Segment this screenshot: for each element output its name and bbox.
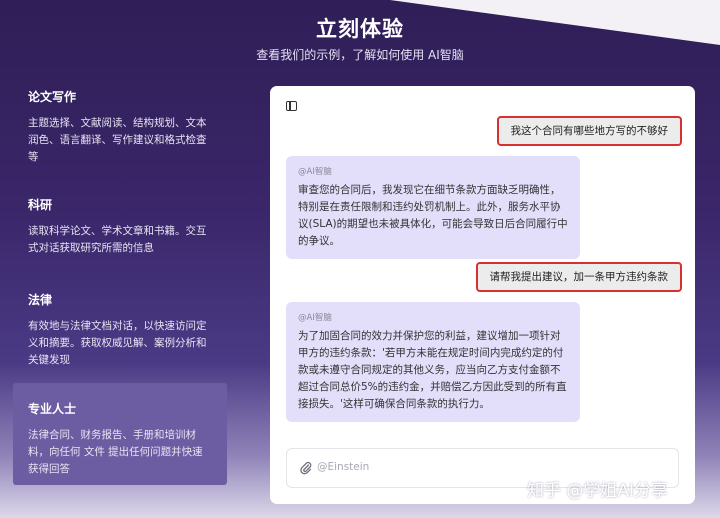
feature-thesis-writing[interactable]: 论文写作 主题选择、文献阅读、结构规划、文本润色、语言翻译、写作建议和格式检查等 <box>28 88 213 166</box>
feature-title: 法律 <box>28 293 53 307</box>
feature-description: 主题选择、文献阅读、结构规划、文本润色、语言翻译、写作建议和格式检查等 <box>28 117 207 163</box>
feature-description: 有效地与法律文档对话，以快速访问定义和摘要。获取权威见解、案例分析和关键发现 <box>28 320 207 366</box>
feature-description: 法律合同、财务报告、手册和培训材料，向任何 文件 提出任何问题并快速获得回答 <box>28 429 203 475</box>
feature-law[interactable]: 法律 有效地与法律文档对话，以快速访问定义和摘要。获取权威见解、案例分析和关键发… <box>28 291 213 369</box>
chat-input-placeholder: @Einstein <box>317 461 370 473</box>
page-subtitle: 查看我们的示例，了解如何使用 AI智脑 <box>256 48 464 62</box>
feature-research[interactable]: 科研 读取科学论文、学术文章和书籍。交互式对话获取研究所需的信息 <box>28 196 213 257</box>
feature-title: 论文写作 <box>28 90 77 104</box>
user-message: 请帮我提出建议，加一条甲方违约条款 <box>475 262 682 292</box>
ai-message-text: 为了加固合同的效力并保护您的利益，建议增加一项针对甲方的违约条款：'若甲方未能在… <box>298 330 567 410</box>
ai-message: @AI智脑 为了加固合同的效力并保护您的利益，建议增加一项针对甲方的违约条款：'… <box>286 302 580 422</box>
ai-tag: @AI智脑 <box>298 313 332 323</box>
feature-professionals[interactable]: 专业人士 法律合同、财务报告、手册和培训材料，向任何 文件 提出任何问题并快速获… <box>13 383 227 485</box>
ai-tag: @AI智脑 <box>298 167 332 177</box>
sidebar-toggle-icon[interactable] <box>286 101 297 111</box>
page-title: 立刻体验 <box>316 17 404 41</box>
user-message: 我这个合同有哪些地方写的不够好 <box>496 116 682 146</box>
feature-title: 科研 <box>28 198 53 212</box>
feature-description: 读取科学论文、学术文章和书籍。交互式对话获取研究所需的信息 <box>28 225 207 254</box>
ai-message-text: 审查您的合同后，我发现它在细节条款方面缺乏明确性，特别是在责任限制和违约处罚机制… <box>298 184 568 247</box>
feature-title: 专业人士 <box>28 402 77 416</box>
chat-panel: 我这个合同有哪些地方写的不够好 @AI智脑 审查您的合同后，我发现它在细节条款方… <box>270 86 695 504</box>
ai-message: @AI智脑 审查您的合同后，我发现它在细节条款方面缺乏明确性，特别是在责任限制和… <box>286 156 580 259</box>
watermark: 知乎 @学姐AI分享 <box>527 481 669 501</box>
paperclip-icon[interactable] <box>299 461 313 475</box>
